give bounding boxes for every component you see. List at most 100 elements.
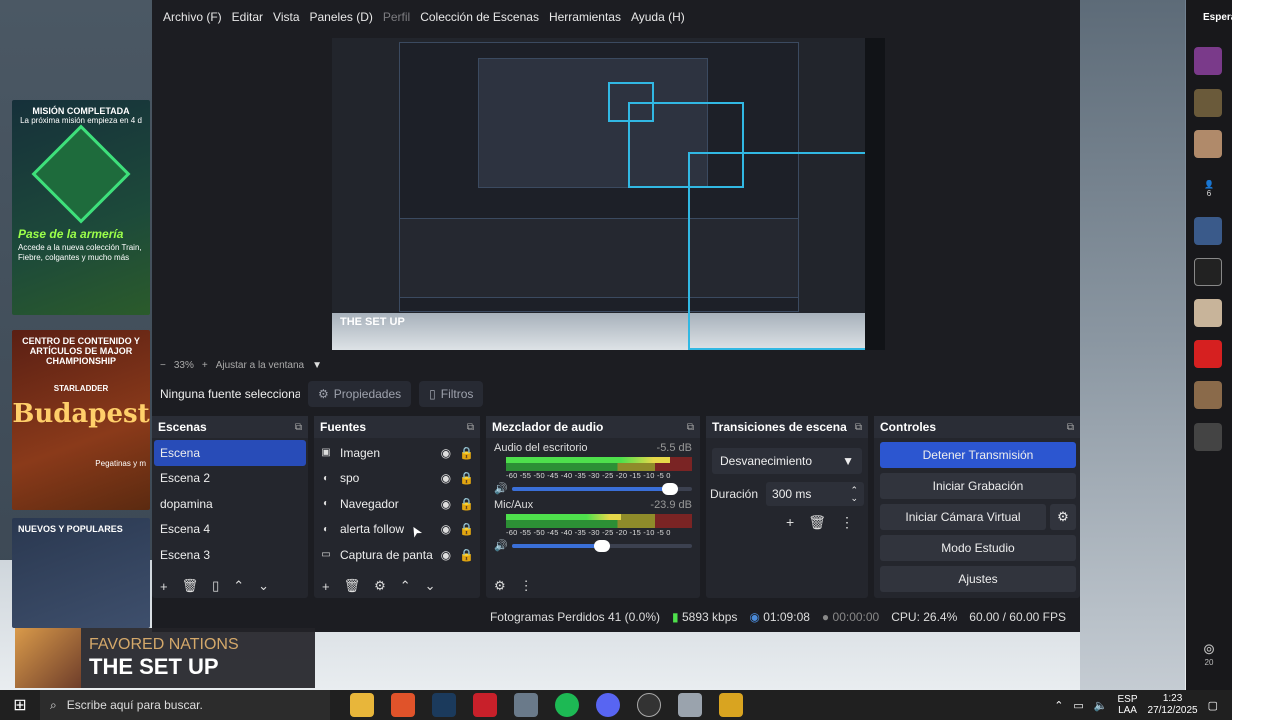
lock-icon[interactable]: 🔒 — [459, 522, 474, 536]
move-down-button[interactable]: ⌄ — [425, 578, 436, 594]
menu-item-0[interactable]: Archivo (F) — [158, 10, 227, 24]
avatar[interactable] — [1194, 47, 1222, 75]
slider-handle[interactable] — [662, 482, 679, 495]
volume-icon[interactable]: 🔈 — [1094, 699, 1108, 712]
move-up-button[interactable]: ⌃ — [233, 578, 244, 594]
start-record-button[interactable]: Iniciar Grabación — [880, 473, 1076, 499]
fit-window-button[interactable]: Ajustar a la ventana — [216, 360, 304, 371]
notifications-icon[interactable]: ▢ — [1208, 699, 1218, 712]
move-down-button[interactable]: ⌄ — [258, 578, 269, 594]
lock-icon[interactable]: 🔒 — [459, 497, 474, 511]
zoom-in-button[interactable]: + — [202, 360, 208, 371]
chevron-down-icon[interactable]: ▼ — [312, 360, 322, 371]
remove-scene-button[interactable]: 🗑 — [182, 578, 199, 594]
network-icon[interactable]: ▭ — [1073, 699, 1083, 712]
duration-value: 300 ms — [772, 487, 812, 501]
more-options-icon[interactable]: ⋮ — [520, 578, 533, 594]
scene-item[interactable]: Escena 3 — [154, 542, 306, 568]
menu-item-3[interactable]: Paneles (D) — [305, 10, 378, 24]
volume-slider[interactable] — [512, 539, 692, 552]
stepper-icon[interactable]: ⌃ ⌄ — [850, 485, 858, 502]
app-icon[interactable] — [678, 693, 702, 717]
undock-icon[interactable]: ⧉ — [687, 422, 694, 433]
avatar[interactable] — [1194, 258, 1222, 286]
source-item[interactable]: ◐ spo ◉ 🔒 — [314, 466, 480, 492]
menu-item-2[interactable]: Vista — [268, 10, 304, 24]
volume-slider[interactable] — [512, 482, 692, 495]
eye-icon[interactable]: ◉ — [441, 446, 451, 460]
remove-transition-button[interactable]: 🗑 — [808, 514, 826, 531]
scene-item[interactable]: dopamina — [154, 491, 306, 517]
more-options-icon[interactable]: ⋮ — [840, 514, 854, 531]
add-transition-button[interactable]: + — [786, 514, 794, 531]
settings-button[interactable]: Ajustes — [880, 566, 1076, 592]
game-app-icon[interactable] — [514, 693, 538, 717]
source-item[interactable]: ▭ Captura de panta ◉ 🔒 — [314, 542, 480, 568]
remove-source-button[interactable]: 🗑 — [344, 578, 361, 594]
menu-item-7[interactable]: Ayuda (H) — [626, 10, 690, 24]
undock-icon[interactable]: ⧉ — [1067, 422, 1074, 433]
scene-filters-button[interactable]: ▯ — [212, 578, 219, 594]
speaker-icon[interactable]: 🔊 — [494, 482, 508, 495]
source-item[interactable]: ◐ alerta follow ◉ 🔒 ➤ — [314, 517, 480, 543]
duration-input[interactable]: 300 ms ⌃ ⌄ — [766, 482, 864, 506]
slider-handle[interactable] — [594, 539, 610, 552]
zoom-out-button[interactable]: − — [160, 360, 166, 371]
source-item[interactable]: ◐ Navegador ◉ 🔒 — [314, 491, 480, 517]
app-icon[interactable] — [719, 693, 743, 717]
chevron-up-icon[interactable]: ⌃ — [1054, 699, 1063, 712]
start-virtual-camera-button[interactable]: Iniciar Cámara Virtual — [880, 504, 1046, 530]
obs-icon[interactable] — [637, 693, 661, 717]
language-indicator[interactable]: ESP LAA — [1118, 694, 1138, 717]
lock-icon[interactable]: 🔒 — [459, 471, 474, 485]
clock[interactable]: 1:23 27/12/2025 — [1148, 693, 1198, 717]
scene-item[interactable]: Escena 4 — [154, 517, 306, 543]
stream-preview[interactable]: THE SET UP — [332, 38, 865, 350]
eye-icon[interactable]: ◉ — [441, 471, 451, 485]
eye-icon[interactable]: ◉ — [441, 497, 451, 511]
transitions-dock: Transiciones de escena ⧉ Desvanecimiento… — [706, 416, 868, 598]
discord-icon[interactable] — [596, 693, 620, 717]
avatar[interactable] — [1194, 217, 1222, 245]
amd-software-icon[interactable] — [473, 693, 497, 717]
taskbar-search[interactable]: ⌕ Escribe aquí para buscar. — [40, 690, 330, 720]
lock-icon[interactable]: 🔒 — [459, 446, 474, 460]
avatar[interactable] — [1194, 89, 1222, 117]
lock-icon[interactable]: 🔒 — [459, 548, 474, 562]
promo-card-armory: MISIÓN COMPLETADA La próxima misión empi… — [12, 100, 150, 315]
avatar[interactable] — [1194, 130, 1222, 158]
stop-stream-button[interactable]: Detener Transmisión — [880, 442, 1076, 468]
source-item[interactable]: ▣ Imagen ◉ 🔒 — [314, 440, 480, 466]
speaker-icon[interactable]: 🔊 — [494, 539, 508, 552]
undock-icon[interactable]: ⧉ — [295, 422, 302, 433]
windows-start-icon[interactable]: ⊞ — [0, 695, 40, 715]
menu-item-5[interactable]: Colección de Escenas — [415, 10, 544, 24]
avatar[interactable] — [1194, 299, 1222, 327]
menu-item-6[interactable]: Herramientas — [544, 10, 626, 24]
filters-button[interactable]: ▯ Filtros — [419, 381, 484, 407]
avatar[interactable] — [1194, 381, 1222, 409]
spotify-icon[interactable] — [555, 693, 579, 717]
gear-icon[interactable]: ⚙ — [1050, 504, 1076, 530]
properties-button[interactable]: ⚙ Propiedades — [308, 381, 412, 407]
move-up-button[interactable]: ⌃ — [400, 578, 411, 594]
eye-icon[interactable]: ◉ — [441, 548, 451, 562]
scene-item[interactable]: Escena 2 — [154, 466, 306, 492]
studio-mode-button[interactable]: Modo Estudio — [880, 535, 1076, 561]
file-explorer-icon[interactable] — [350, 693, 374, 717]
menu-item-1[interactable]: Editar — [227, 10, 268, 24]
advanced-audio-icon[interactable]: ⚙ — [494, 578, 506, 594]
eye-icon[interactable]: ◉ — [441, 522, 451, 536]
source-properties-button[interactable]: ⚙ — [374, 578, 386, 594]
avatar[interactable] — [1194, 340, 1222, 368]
scene-item[interactable]: Escena — [154, 440, 306, 466]
podcast-icon[interactable]: ⊚ 20 — [1198, 640, 1220, 667]
avatar[interactable] — [1194, 423, 1222, 451]
add-scene-button[interactable]: + — [160, 579, 168, 594]
brave-browser-icon[interactable] — [391, 693, 415, 717]
transition-select[interactable]: Desvanecimiento ▼ — [712, 448, 862, 474]
undock-icon[interactable]: ⧉ — [855, 422, 862, 433]
undock-icon[interactable]: ⧉ — [467, 422, 474, 433]
steam-icon[interactable] — [432, 693, 456, 717]
add-source-button[interactable]: + — [322, 579, 330, 594]
